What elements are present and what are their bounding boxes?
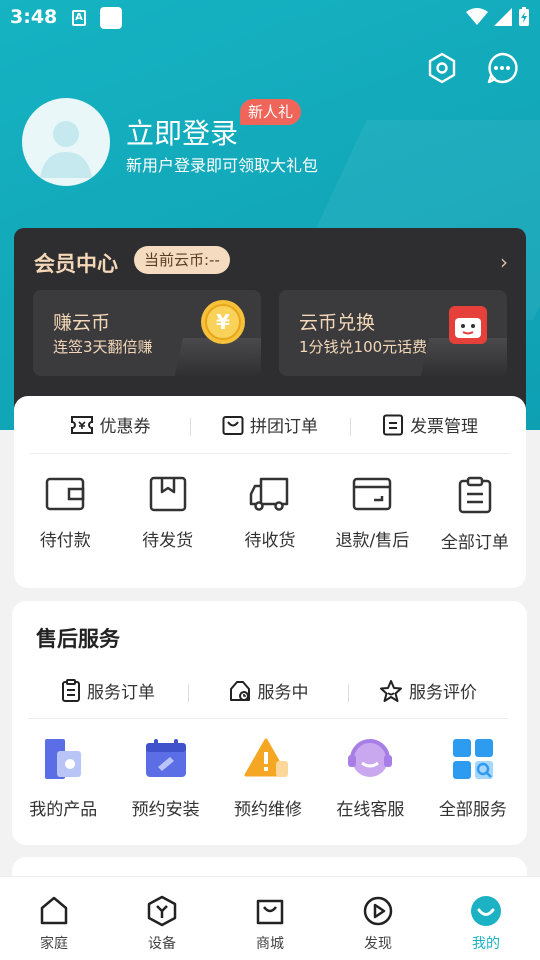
- coupon-icon: [70, 415, 93, 434]
- online-support-item[interactable]: 在线客服: [319, 737, 421, 820]
- nav-discover[interactable]: 发现: [324, 877, 432, 960]
- service-review-tab[interactable]: 服务评价: [348, 678, 508, 703]
- order-list-icon: [62, 678, 80, 702]
- jd-box-icon: [449, 306, 487, 344]
- after-sales-title: 售后服务: [36, 627, 120, 651]
- svg-text:¥: ¥: [216, 310, 230, 334]
- nav-devices-label: 设备: [148, 936, 176, 952]
- truck-icon: [249, 477, 289, 511]
- new-user-gift-badge: 新人礼: [240, 99, 302, 125]
- orders-tabs: 优惠券 拼团订单 发票管理: [30, 396, 510, 454]
- notification-a-icon: A: [72, 10, 86, 26]
- all-orders-item[interactable]: 全部订单: [424, 476, 526, 553]
- coupon-label: 优惠券: [99, 417, 151, 437]
- pending-receipt-label: 待收货: [244, 531, 296, 551]
- product-icon: [45, 739, 82, 779]
- online-support-label: 在线客服: [336, 800, 405, 820]
- book-repair-item[interactable]: 预约维修: [217, 737, 319, 820]
- after-sales-section: 售后服务 服务订单 服务中 服务评价 我的产品 预约安装 预约维修 在线客服 全…: [12, 601, 527, 845]
- order-status-grid: 待付款 待发货 待收货 退款/售后 全部订单: [14, 476, 526, 553]
- nav-discover-label: 发现: [364, 936, 392, 952]
- refund-after-sales-label: 退款/售后: [335, 531, 410, 551]
- all-services-label: 全部服务: [438, 800, 507, 820]
- coin-exchange-title: 云币兑换: [299, 312, 376, 334]
- member-center-title: 会员中心: [34, 252, 118, 276]
- settings-icon[interactable]: [426, 52, 458, 84]
- device-icon: [147, 895, 177, 927]
- default-user-icon: [40, 121, 92, 178]
- coin-exchange-card[interactable]: 云币兑换 1分钱兑100元话费: [279, 290, 507, 376]
- chevron-right-icon[interactable]: ›: [500, 250, 508, 274]
- clipboard-icon: [458, 476, 492, 514]
- wifi-icon: [466, 8, 488, 25]
- status-time: 3:48: [10, 6, 58, 28]
- book-installation-item[interactable]: 预约安装: [114, 737, 216, 820]
- support-headset-icon: [348, 739, 393, 777]
- service-orders-tab[interactable]: 服务订单: [28, 678, 188, 703]
- service-orders-label: 服务订单: [87, 683, 155, 703]
- bottom-nav: 家庭 设备 商城 发现 我的: [0, 876, 540, 960]
- my-products-label: 我的产品: [29, 800, 98, 820]
- earn-coins-subtitle: 连签3天翻倍赚: [53, 338, 153, 356]
- all-orders-label: 全部订单: [440, 533, 509, 553]
- notification-square-icon: [100, 7, 122, 29]
- my-products-item[interactable]: 我的产品: [12, 737, 114, 820]
- service-review-label: 服务评价: [409, 683, 477, 703]
- nav-home-label: 家庭: [40, 936, 68, 952]
- wallet-icon: [45, 477, 85, 511]
- pending-receipt-item[interactable]: 待收货: [219, 476, 321, 553]
- yuan-coin-icon: ¥: [201, 300, 245, 344]
- orders-section: 优惠券 拼团订单 发票管理 待付款 待发货 待收货 退款/售后 全部订单: [14, 396, 526, 588]
- pending-shipment-label: 待发货: [142, 531, 194, 551]
- nav-mine[interactable]: 我的: [432, 877, 540, 960]
- nav-devices[interactable]: 设备: [108, 877, 216, 960]
- mall-bag-icon: [256, 899, 284, 925]
- message-icon[interactable]: [486, 52, 518, 84]
- after-sales-tabs: 服务订单 服务中 服务评价: [28, 663, 508, 719]
- refund-after-sales-item[interactable]: 退款/售后: [321, 476, 423, 553]
- service-progress-icon: [229, 680, 250, 701]
- group-order-tab[interactable]: 拼团订单: [190, 412, 350, 437]
- nav-mall[interactable]: 商城: [216, 877, 324, 960]
- book-installation-label: 预约安装: [131, 800, 200, 820]
- install-calendar-icon: [145, 739, 186, 777]
- earn-coins-title: 赚云币: [53, 312, 111, 334]
- package-icon: [149, 476, 186, 512]
- earn-coins-card[interactable]: 赚云币 连签3天翻倍赚 ¥: [33, 290, 261, 376]
- avatar[interactable]: [22, 98, 110, 186]
- repair-warning-icon: [244, 738, 289, 777]
- invoice-icon: [383, 414, 403, 435]
- coin-exchange-subtitle: 1分钱兑100元话费: [299, 338, 428, 356]
- home-icon: [40, 896, 68, 925]
- signal-icon: [494, 8, 512, 26]
- book-repair-label: 预约维修: [234, 800, 303, 820]
- status-bar: 3:48 A: [0, 0, 540, 36]
- member-center-card[interactable]: 会员中心 当前云币:-- › 赚云币 连签3天翻倍赚 ¥ 云币兑换 1分钱兑10…: [14, 228, 526, 418]
- pending-payment-label: 待付款: [39, 531, 91, 551]
- nav-mine-label: 我的: [472, 936, 500, 952]
- profile-smile-icon: [471, 896, 501, 926]
- invoice-tab[interactable]: 发票管理: [350, 412, 510, 437]
- nav-home[interactable]: 家庭: [0, 877, 108, 960]
- coin-balance-badge: 当前云币:--: [134, 246, 230, 274]
- pending-shipment-item[interactable]: 待发货: [116, 476, 218, 553]
- after-sales-grid: 我的产品 预约安装 预约维修 在线客服 全部服务: [12, 737, 524, 820]
- star-icon: [380, 679, 402, 702]
- bag-icon: [222, 415, 244, 435]
- in-service-label: 服务中: [257, 683, 309, 703]
- nav-mall-label: 商城: [256, 936, 284, 952]
- coupon-tab[interactable]: 优惠券: [30, 412, 190, 437]
- all-services-icon: [452, 739, 493, 779]
- login-subtitle: 新用户登录即可领取大礼包: [126, 156, 319, 175]
- battery-icon: [519, 7, 529, 26]
- invoice-label: 发票管理: [410, 417, 478, 437]
- all-services-item[interactable]: 全部服务: [422, 737, 524, 820]
- in-service-tab[interactable]: 服务中: [188, 678, 348, 703]
- login-button[interactable]: 立即登录: [126, 112, 238, 152]
- refund-icon: [353, 477, 392, 511]
- group-order-label: 拼团订单: [250, 417, 318, 437]
- pending-payment-item[interactable]: 待付款: [14, 476, 116, 553]
- discover-play-icon: [363, 896, 393, 926]
